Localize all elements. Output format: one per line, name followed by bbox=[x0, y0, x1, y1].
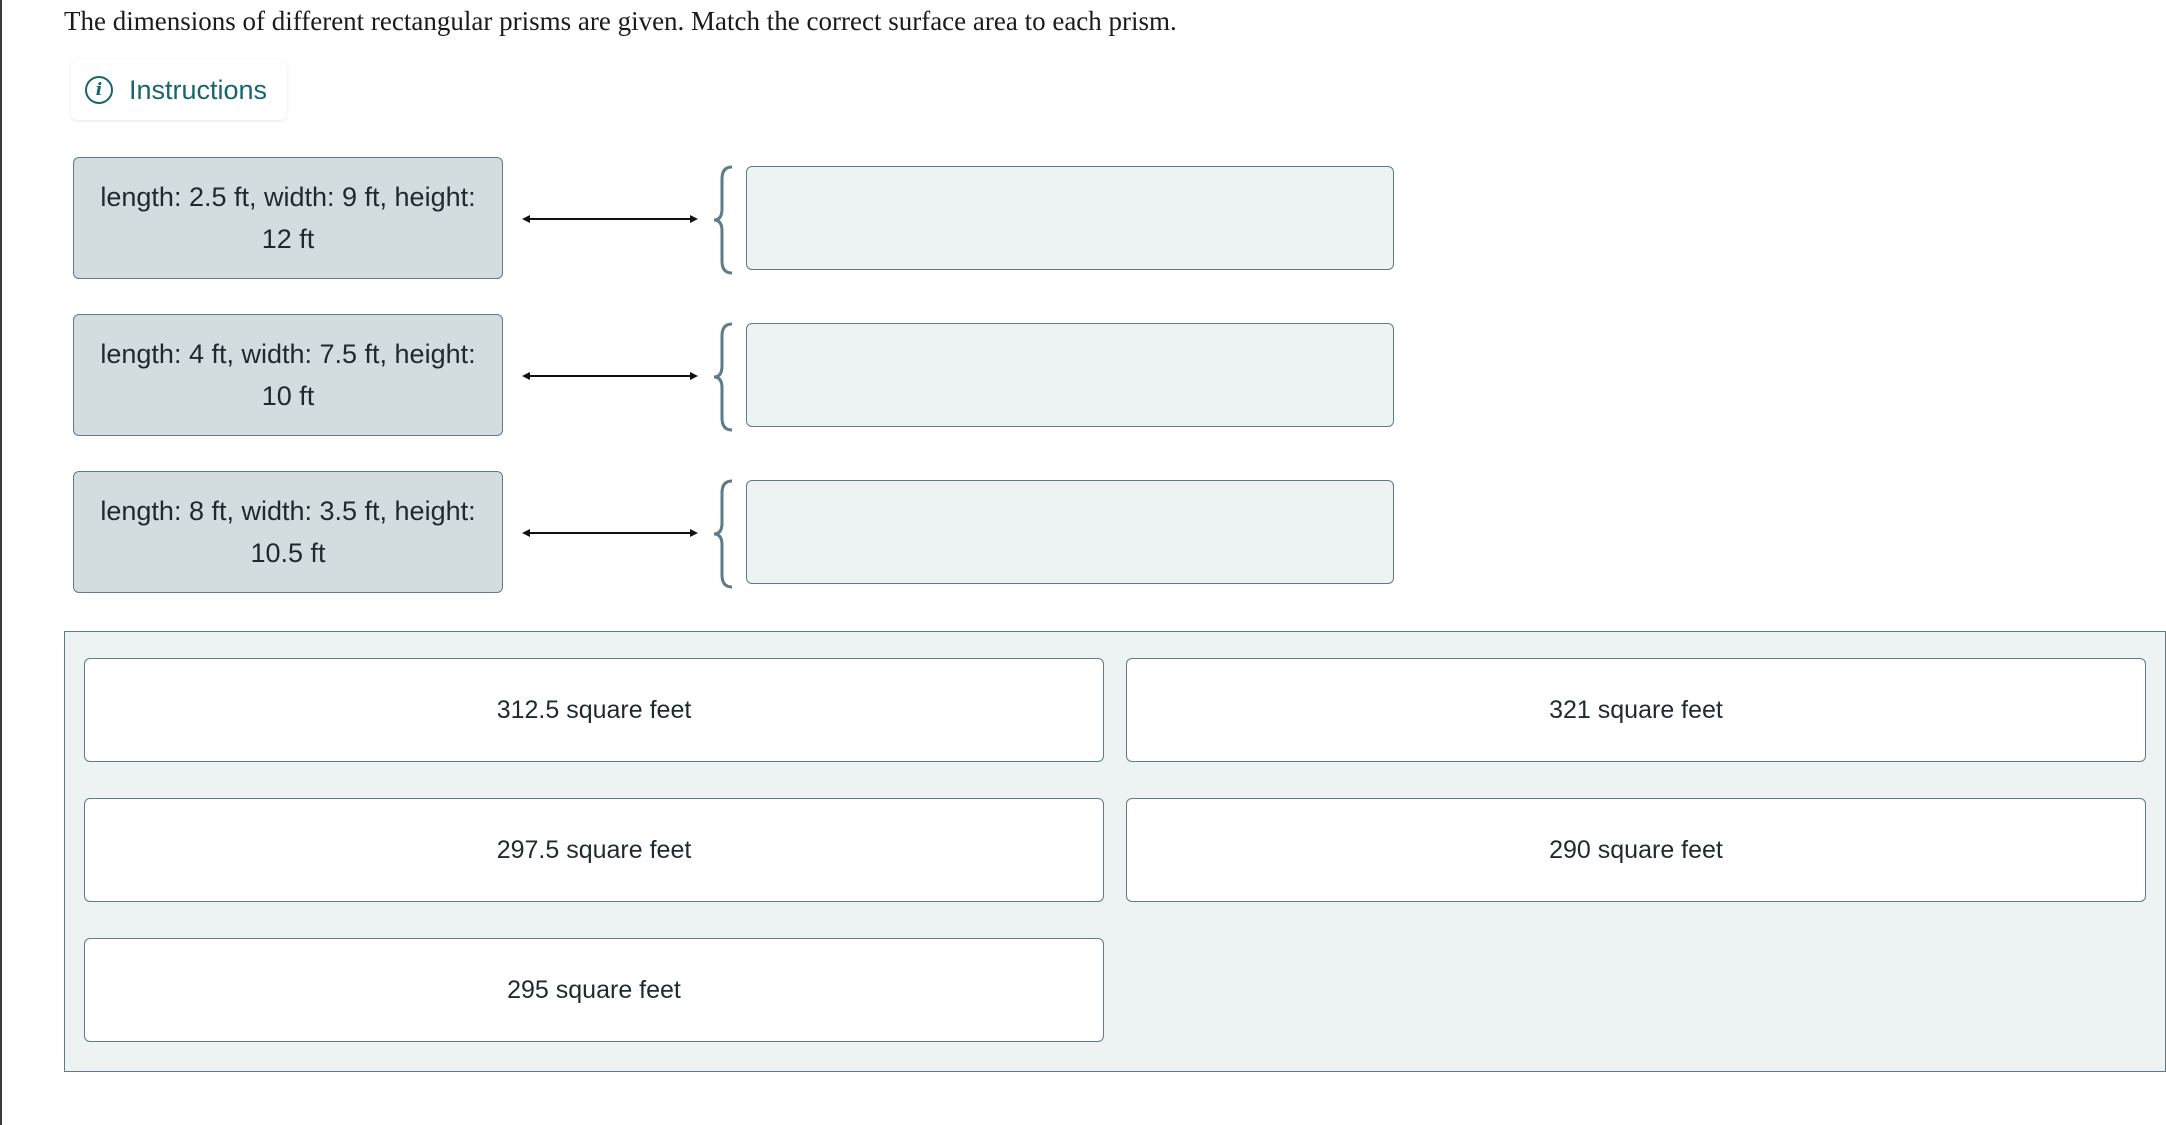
prompt-card: length: 4 ft, width: 7.5 ft, height: 10 … bbox=[73, 314, 503, 436]
prompt-text-line1: length: 4 ft, width: 7.5 ft, height: bbox=[100, 339, 476, 369]
answer-tile[interactable]: 312.5 square feet bbox=[84, 658, 1104, 762]
drop-zone[interactable] bbox=[746, 166, 1394, 270]
prompt-text-line2: 10.5 ft bbox=[250, 538, 326, 568]
drop-zone[interactable] bbox=[746, 323, 1394, 427]
drop-zone[interactable] bbox=[746, 480, 1394, 584]
double-arrow-icon bbox=[522, 529, 698, 537]
info-icon: i bbox=[85, 76, 113, 104]
match-row: length: 4 ft, width: 7.5 ft, height: 10 … bbox=[0, 314, 1420, 438]
question-text: The dimensions of different rectangular … bbox=[64, 6, 1177, 36]
answer-tile[interactable]: 321 square feet bbox=[1126, 658, 2146, 762]
prompt-text-line2: 12 ft bbox=[261, 224, 315, 254]
match-row: length: 8 ft, width: 3.5 ft, height: 10.… bbox=[0, 471, 1420, 595]
prompt-text-line2: 10 ft bbox=[261, 381, 315, 411]
answer-tile[interactable]: 290 square feet bbox=[1126, 798, 2146, 902]
prompt-card: length: 8 ft, width: 3.5 ft, height: 10.… bbox=[73, 471, 503, 593]
instructions-label: Instructions bbox=[129, 74, 268, 105]
curly-brace-icon bbox=[713, 165, 733, 275]
double-arrow-icon bbox=[522, 372, 698, 380]
prompt-text-line1: length: 8 ft, width: 3.5 ft, height: bbox=[100, 496, 476, 526]
answer-tile[interactable]: 297.5 square feet bbox=[84, 798, 1104, 902]
curly-brace-icon bbox=[713, 479, 733, 589]
answer-tile[interactable]: 295 square feet bbox=[84, 938, 1104, 1042]
instructions-button[interactable]: i Instructions bbox=[71, 60, 287, 120]
curly-brace-icon bbox=[713, 322, 733, 432]
double-arrow-icon bbox=[522, 215, 698, 223]
prompt-card: length: 2.5 ft, width: 9 ft, height: 12 … bbox=[73, 157, 503, 279]
prompt-text-line1: length: 2.5 ft, width: 9 ft, height: bbox=[100, 182, 476, 212]
match-row: length: 2.5 ft, width: 9 ft, height: 12 … bbox=[0, 157, 1420, 281]
answer-pool: 312.5 square feet 321 square feet 297.5 … bbox=[64, 631, 2166, 1072]
